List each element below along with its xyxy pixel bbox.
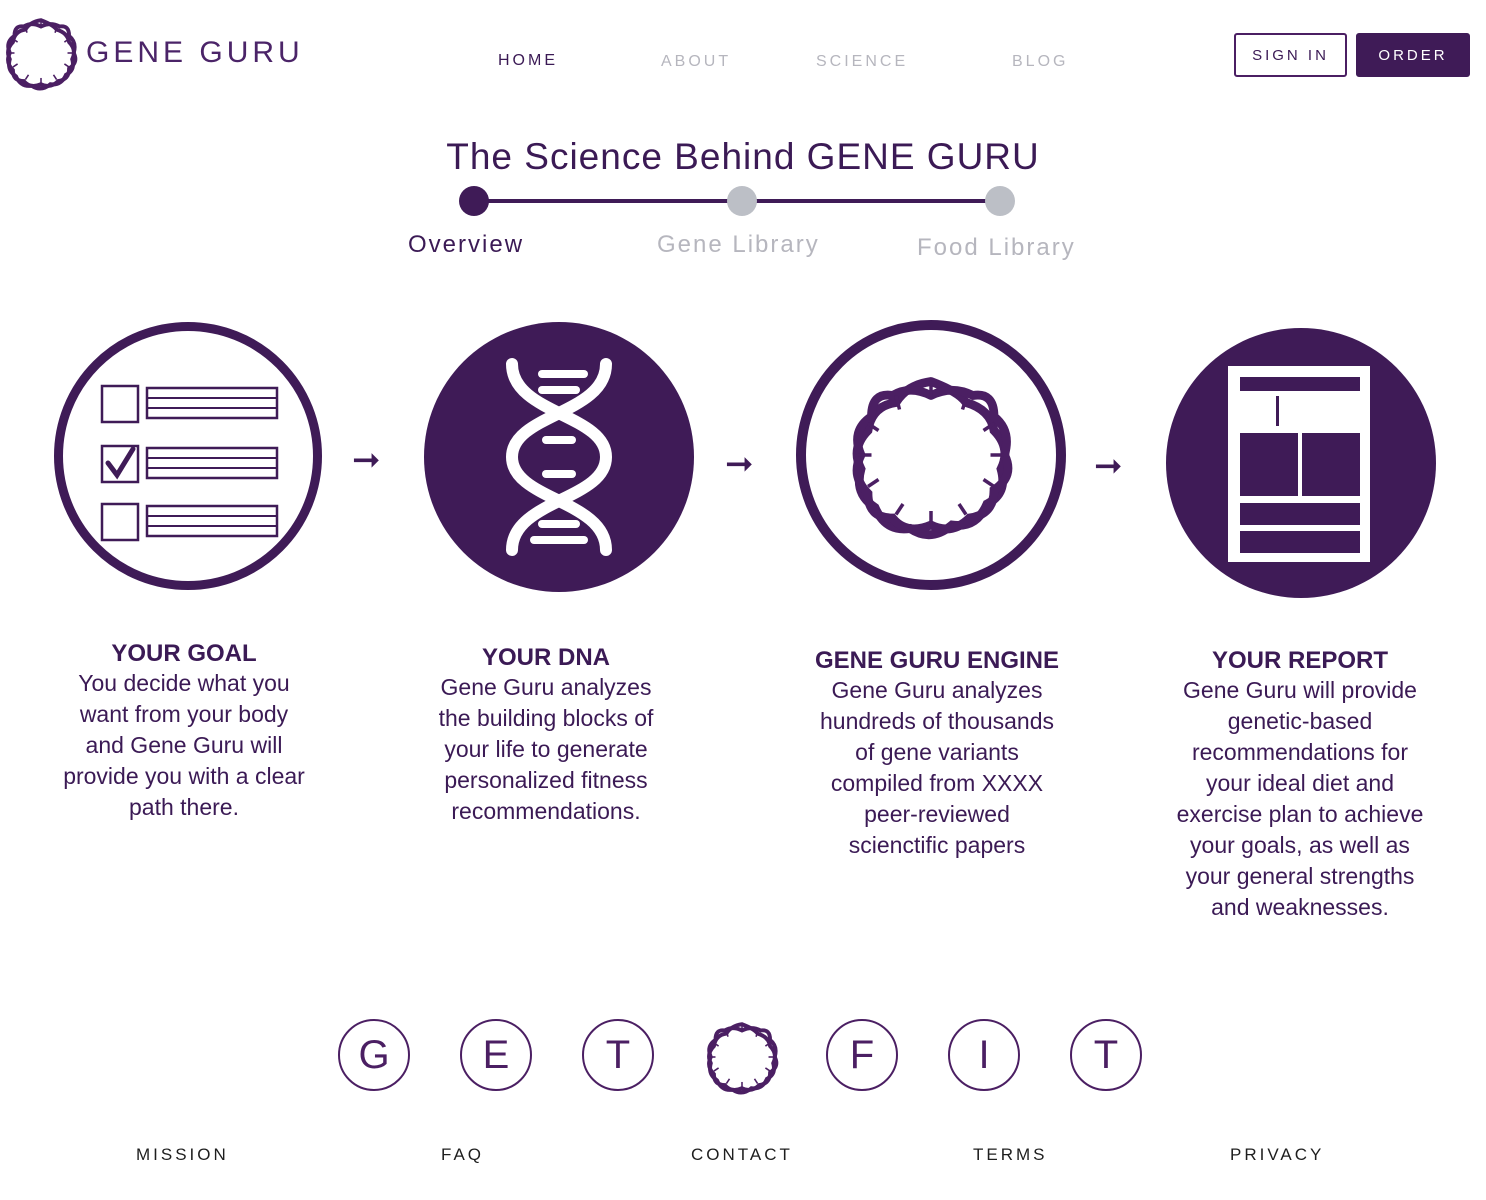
footer-contact[interactable]: CONTACT [691, 1145, 793, 1165]
getfit-letter-f: F [826, 1019, 898, 1091]
goal-line: path there. [129, 794, 239, 820]
footer-mission[interactable]: MISSION [136, 1145, 229, 1165]
step-dot-food-library[interactable] [985, 186, 1015, 216]
checklist-icon [100, 384, 279, 542]
dna-line: recommendations. [451, 798, 641, 824]
dna-circle [424, 322, 694, 592]
getfit-letter-i: I [948, 1019, 1020, 1091]
engine-line: peer-reviewed [864, 801, 1010, 827]
dna-line: your life to generate [444, 736, 648, 762]
engine-line: Gene Guru analyzes [831, 677, 1043, 703]
step-dot-gene-library[interactable] [727, 186, 757, 216]
report-line: your general strengths [1185, 863, 1415, 889]
dna-ring-logo-icon [2, 14, 80, 92]
goal-line: provide you with a clear [63, 763, 305, 789]
footer-privacy[interactable]: PRIVACY [1230, 1145, 1324, 1165]
brand-logo[interactable] [2, 14, 80, 92]
report-line: your goals, as well as [1190, 832, 1410, 858]
goal-line: You decide what you [78, 670, 290, 696]
dna-title: YOUR DNA [481, 644, 610, 671]
engine-line: of gene variants [855, 739, 1019, 765]
dna-helix-icon [505, 358, 613, 556]
goal-line: and Gene Guru will [85, 732, 283, 758]
step-label-gene-library[interactable]: Gene Library [657, 231, 820, 259]
nav-science[interactable]: SCIENCE [816, 53, 908, 71]
engine-line: compiled from XXXX [830, 770, 1044, 796]
engine-title: GENE GURU ENGINE [814, 647, 1060, 674]
getfit-letter-t: T [582, 1019, 654, 1091]
report-title: YOUR REPORT [1211, 647, 1388, 674]
arrow-right-icon: ➞ [352, 441, 381, 479]
engine-circle [796, 320, 1066, 590]
report-line: and weaknesses. [1211, 894, 1389, 920]
report-icon [1228, 366, 1370, 562]
report-line: recommendations for [1191, 739, 1409, 765]
report-line: your ideal diet and [1206, 770, 1394, 796]
nav-about[interactable]: ABOUT [661, 53, 731, 71]
getfit-letter-t2: T [1070, 1019, 1142, 1091]
brand-name[interactable]: GENE GURU [86, 36, 304, 70]
arrow-right-icon: ➞ [1094, 447, 1123, 485]
goal-caption: YOUR GOAL You decide what you want from … [34, 640, 334, 823]
report-caption: YOUR REPORT Gene Guru will provide genet… [1150, 647, 1450, 923]
step-dot-overview[interactable] [459, 186, 489, 216]
report-line: Gene Guru will provide [1183, 677, 1417, 703]
getfit-letter-g: G [338, 1019, 410, 1091]
arrow-right-icon: ➞ [725, 445, 754, 483]
dna-line: Gene Guru analyzes [440, 674, 652, 700]
step-label-food-library[interactable]: Food Library [917, 234, 1076, 262]
report-circle [1166, 328, 1436, 598]
goal-line: want from your body [79, 701, 289, 727]
goal-circle [54, 322, 322, 590]
sign-in-button[interactable]: SIGN IN [1234, 33, 1347, 77]
dna-caption: YOUR DNA Gene Guru analyzes the building… [396, 644, 696, 827]
dna-ring-icon [806, 330, 1056, 580]
nav-blog[interactable]: BLOG [1012, 53, 1068, 71]
report-line: exercise plan to achieve [1176, 801, 1424, 827]
page-title: The Science Behind GENE GURU [446, 136, 1040, 177]
footer-terms[interactable]: TERMS [973, 1145, 1048, 1165]
step-label-overview[interactable]: Overview [408, 231, 524, 259]
nav-home[interactable]: HOME [498, 52, 558, 70]
order-button[interactable]: ORDER [1356, 33, 1470, 77]
engine-line: scienctific papers [848, 832, 1026, 858]
getfit-dna-ring-icon [703, 1018, 781, 1096]
report-line: genetic-based [1227, 708, 1373, 734]
dna-line: the building blocks of [438, 705, 654, 731]
dna-line: personalized fitness [444, 767, 648, 793]
footer-faq[interactable]: FAQ [441, 1145, 484, 1165]
goal-title: YOUR GOAL [111, 640, 257, 667]
engine-line: hundreds of thousands [819, 708, 1054, 734]
engine-caption: GENE GURU ENGINE Gene Guru analyzes hund… [778, 647, 1096, 861]
getfit-letter-e: E [460, 1019, 532, 1091]
